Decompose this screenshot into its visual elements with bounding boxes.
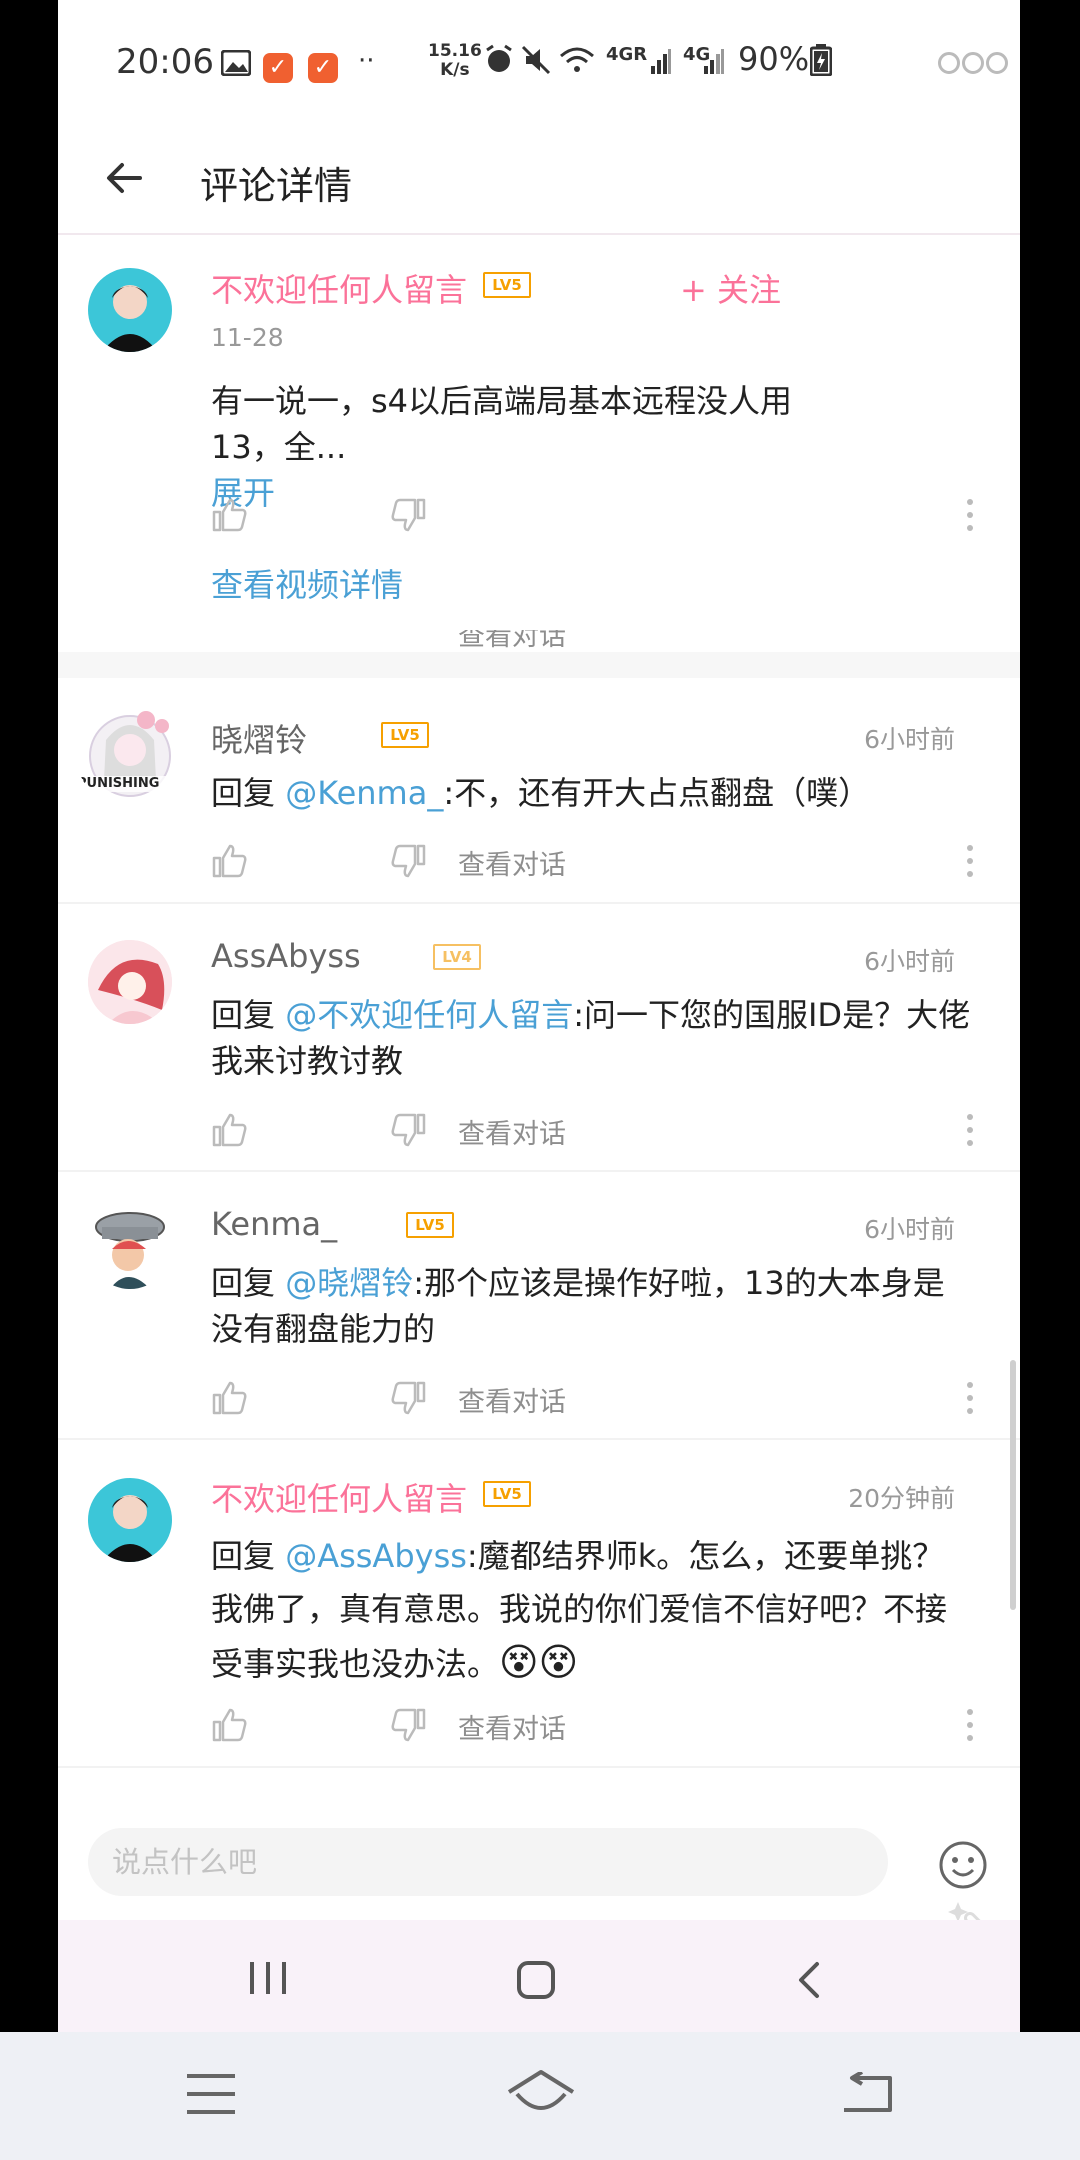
thumbs-up-icon[interactable] [211,1707,247,1743]
signal-icon [703,46,725,84]
reply-prefix: 回复 [211,996,276,1034]
level-badge: LV5 [483,272,531,298]
back-icon[interactable] [793,1960,823,2004]
window-controls[interactable] [938,52,1008,74]
username[interactable]: 不欢迎任何人留言 [211,265,467,311]
more-options-icon[interactable] [966,497,974,533]
level-badge: LV5 [483,1481,531,1507]
more-options-icon[interactable] [966,1707,974,1743]
level-badge: LV5 [381,722,429,748]
username[interactable]: AssAbyss [211,937,361,975]
thumbs-down-icon[interactable] [391,1380,427,1416]
emoji-icon[interactable] [938,1840,988,1890]
scrollbar-thumb[interactable] [1010,1360,1016,1610]
view-video-link[interactable]: 查看视频详情 [211,560,403,606]
thumbs-up-icon[interactable] [211,843,247,879]
reply-content: 回复 @AssAbyss:魔都结界师k。怎么，还要单挑？我佛了，真有意思。我说的… [211,1530,971,1691]
reply-time: 6小时前 [864,947,955,976]
comment-input-bar: 说点什么吧 [58,1810,1020,1964]
reply-time: 20分钟前 [848,1484,955,1513]
reply-text: :不，还有开大占点翻盘（噗） [443,774,871,812]
more-notifications-icon: ·· [358,46,375,76]
mention-link[interactable]: @晓熠铃 [285,1264,413,1302]
reply-prefix: 回复 [211,774,276,812]
wifi-icon [558,44,596,84]
battery-percent: 90% [738,40,810,78]
back-icon[interactable] [840,2070,896,2120]
home-icon[interactable] [505,2068,577,2122]
recent-apps-icon[interactable] [248,1960,288,2000]
dizzy-face-emoji: 😵😵 [499,1640,579,1684]
follow-button[interactable]: + 关注 [680,265,781,311]
app-screen: 20:06 ✓ ✓ ·· 15.16 K/s 4GR 4G 90% 评论详情 不… [58,0,1020,2032]
view-conversation-link[interactable]: 查看对话 [458,1707,566,1746]
clipped-row: 查看对话 [58,630,1020,652]
top-app-bar: 评论详情 [58,125,1020,235]
status-bar: 20:06 ✓ ✓ ·· 15.16 K/s 4GR 4G 90% [58,0,1020,125]
username[interactable]: Kenma_ [211,1205,337,1243]
more-options-icon[interactable] [966,843,974,879]
divider [58,1766,1020,1768]
thumbs-down-icon[interactable] [391,1112,427,1148]
gallery-icon [220,46,252,84]
app-notification-icon: ✓ [308,44,338,83]
thumbs-up-icon[interactable] [211,497,247,533]
view-conversation-link[interactable]: 查看对话 [458,843,566,882]
reply-time: 6小时前 [864,725,955,754]
more-options-icon[interactable] [966,1380,974,1416]
avatar[interactable] [88,1478,172,1562]
app-notification-icon: ✓ [263,44,293,83]
alarm-icon [483,44,515,84]
comment-date: 11-28 [211,323,284,352]
system-navigation-bar [0,2032,1080,2160]
battery-charging-icon [809,44,833,84]
reply-content: 回复 @不欢迎任何人留言:问一下您的国服ID是？大佬我来讨教讨教 [211,992,971,1084]
reply-time: 6小时前 [864,1215,955,1244]
username[interactable]: 不欢迎任何人留言 [211,1474,467,1520]
reply-prefix: 回复 [211,1264,276,1302]
thumbs-up-icon[interactable] [211,1112,247,1148]
more-options-icon[interactable] [966,1112,974,1148]
reply-content: 回复 @Kenma_:不，还有开大占点翻盘（噗） [211,770,961,816]
thumbs-up-icon[interactable] [211,1380,247,1416]
comment-input[interactable]: 说点什么吧 [88,1828,888,1896]
avatar-badge-text: PUNISHING [77,776,160,791]
clipped-conversation-link: 查看对话 [458,630,566,652]
username[interactable]: 晓熠铃 [211,715,307,761]
home-icon[interactable] [516,1960,556,2004]
avatar[interactable]: PUNISHING [76,700,184,808]
divider [58,1438,1020,1440]
view-conversation-link[interactable]: 查看对话 [458,1112,566,1151]
mention-link[interactable]: @不欢迎任何人留言 [285,996,573,1034]
network-speed: 15.16 K/s [428,41,482,80]
status-time: 20:06 [116,42,214,82]
signal-icon [650,46,672,84]
app-navigation-bar [58,1920,1020,2032]
mention-link[interactable]: @Kenma_ [285,774,443,812]
avatar[interactable] [88,268,172,352]
comment-text: 有一说一，s4以后高端局基本远程没人用13，全... [211,382,793,466]
divider [58,1170,1020,1172]
level-badge: LV4 [433,944,481,970]
view-conversation-link[interactable]: 查看对话 [458,1380,566,1419]
divider [58,902,1020,904]
reply-content: 回复 @晓熠铃:那个应该是操作好啦，13的大本身是没有翻盘能力的 [211,1260,971,1352]
thumbs-down-icon[interactable] [391,497,427,533]
avatar[interactable] [88,1205,172,1289]
thumbs-down-icon[interactable] [391,1707,427,1743]
mention-link[interactable]: @AssAbyss [285,1537,467,1575]
back-arrow-icon[interactable] [100,153,150,203]
level-badge: LV5 [406,1212,454,1238]
page-title: 评论详情 [200,164,353,208]
avatar[interactable] [88,940,172,1024]
mute-icon [520,44,552,84]
thumbs-down-icon[interactable] [391,843,427,879]
reply-prefix: 回复 [211,1537,276,1575]
section-divider [58,652,1020,678]
menu-icon[interactable] [185,2072,237,2120]
network-type-1: 4GR [606,44,648,65]
